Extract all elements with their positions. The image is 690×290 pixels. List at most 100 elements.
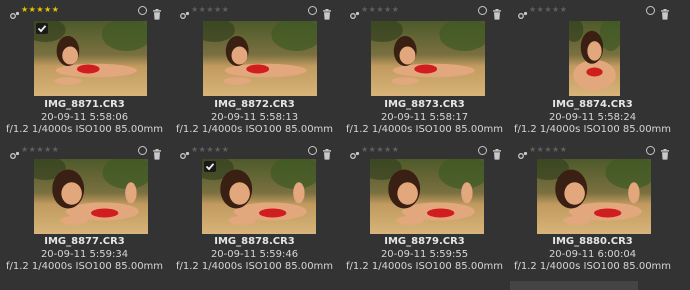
star-rating[interactable]: ★★★★★ bbox=[361, 144, 399, 156]
datetime: 20-09-11 5:58:24 bbox=[548, 111, 637, 123]
lighttable-grid: ★★★★★ IMG_8871.CR3 20-09-11 5:58:06 f/1.… bbox=[0, 0, 690, 290]
thumbnail-cell[interactable]: ★★★★★ IMG_8877.CR3 20-09-11 5:59:34 f/1.… bbox=[0, 140, 169, 282]
photo-illustration bbox=[202, 159, 316, 234]
star-rating[interactable]: ★★★★★ bbox=[21, 144, 59, 156]
datetime: 20-09-11 5:58:06 bbox=[40, 111, 129, 123]
exif-info: f/1.2 1/4000s ISO100 85.00mm bbox=[345, 261, 504, 272]
altered-circle-icon[interactable] bbox=[308, 6, 317, 15]
altered-circle-icon[interactable] bbox=[478, 146, 487, 155]
altered-circle-icon[interactable] bbox=[138, 6, 147, 15]
filename: IMG_8871.CR3 bbox=[44, 99, 125, 110]
thumbnail-caption: IMG_8871.CR3 20-09-11 5:58:06 f/1.2 1/40… bbox=[0, 99, 169, 137]
star-rating[interactable]: ★★★★★ bbox=[529, 144, 567, 156]
thumbnail-caption: IMG_8872.CR3 20-09-11 5:58:13 f/1.2 1/40… bbox=[170, 99, 339, 137]
thumbnail-image[interactable] bbox=[203, 21, 317, 96]
thumbnail-caption: IMG_8878.CR3 20-09-11 5:59:46 f/1.2 1/40… bbox=[170, 236, 339, 274]
filename: IMG_8872.CR3 bbox=[214, 99, 295, 110]
next-row-hover-highlight bbox=[510, 281, 638, 290]
thumbnail-toolbar: ★★★★★ bbox=[10, 4, 163, 20]
trash-icon[interactable] bbox=[322, 5, 332, 20]
altered-circle-icon[interactable] bbox=[138, 146, 147, 155]
datetime: 20-09-11 5:58:13 bbox=[210, 111, 299, 123]
filename: IMG_8873.CR3 bbox=[384, 99, 465, 110]
star-rating[interactable]: ★★★★★ bbox=[21, 4, 59, 16]
datetime: 20-09-11 5:59:46 bbox=[210, 248, 299, 260]
filename: IMG_8874.CR3 bbox=[552, 99, 633, 110]
exif-info: f/1.2 1/4000s ISO100 85.00mm bbox=[175, 124, 334, 135]
thumbnail-cell[interactable]: ★★★★★ IMG_8878.CR3 20-09-11 5:59:46 f/1.… bbox=[170, 140, 339, 282]
thumbnail-image[interactable] bbox=[370, 159, 484, 234]
exif-info: f/1.2 1/4000s ISO100 85.00mm bbox=[513, 124, 672, 135]
trash-icon[interactable] bbox=[322, 145, 332, 160]
thumbnail-caption: IMG_8877.CR3 20-09-11 5:59:34 f/1.2 1/40… bbox=[0, 236, 169, 274]
thumbnail-toolbar: ★★★★★ bbox=[10, 144, 163, 160]
thumbnail-toolbar: ★★★★★ bbox=[518, 144, 671, 160]
checkmark-icon bbox=[36, 23, 48, 34]
exif-info: f/1.2 1/4000s ISO100 85.00mm bbox=[345, 124, 504, 135]
altered-circle-icon[interactable] bbox=[646, 6, 655, 15]
grouping-icon[interactable] bbox=[10, 146, 20, 159]
thumbnail-image[interactable] bbox=[569, 21, 620, 96]
thumbnail-cell[interactable]: ★★★★★ IMG_8873.CR3 20-09-11 5:58:17 f/1.… bbox=[340, 0, 509, 142]
star-rating[interactable]: ★★★★★ bbox=[529, 4, 567, 16]
thumbnail-toolbar: ★★★★★ bbox=[350, 144, 503, 160]
filename: IMG_8877.CR3 bbox=[44, 236, 125, 247]
star-rating[interactable]: ★★★★★ bbox=[191, 4, 229, 16]
thumbnail-toolbar: ★★★★★ bbox=[518, 4, 671, 20]
thumbnail-cell[interactable]: ★★★★★ IMG_8872.CR3 20-09-11 5:58:13 f/1.… bbox=[170, 0, 339, 142]
grouping-icon[interactable] bbox=[180, 6, 190, 19]
grouping-icon[interactable] bbox=[518, 146, 528, 159]
thumbnail-cell[interactable]: ★★★★★ IMG_8871.CR3 20-09-11 5:58:06 f/1.… bbox=[0, 0, 169, 142]
star-rating[interactable]: ★★★★★ bbox=[191, 144, 229, 156]
photo-illustration bbox=[537, 159, 651, 234]
thumbnail-image[interactable] bbox=[34, 21, 147, 96]
thumbnail-cell[interactable]: ★★★★★ IMG_8874.CR3 20-09-11 5:58:24 f/1.… bbox=[508, 0, 677, 142]
filename: IMG_8878.CR3 bbox=[214, 236, 295, 247]
photo-illustration bbox=[34, 159, 148, 234]
photo-illustration bbox=[203, 21, 317, 96]
exif-info: f/1.2 1/4000s ISO100 85.00mm bbox=[5, 124, 164, 135]
thumbnail-image[interactable] bbox=[537, 159, 651, 234]
exif-info: f/1.2 1/4000s ISO100 85.00mm bbox=[5, 261, 164, 272]
grouping-icon[interactable] bbox=[180, 146, 190, 159]
filename: IMG_8879.CR3 bbox=[384, 236, 465, 247]
photo-illustration bbox=[370, 159, 484, 234]
thumbnail-cell[interactable]: ★★★★★ IMG_8879.CR3 20-09-11 5:59:55 f/1.… bbox=[340, 140, 509, 282]
altered-circle-icon[interactable] bbox=[478, 6, 487, 15]
grouping-icon[interactable] bbox=[350, 6, 360, 19]
trash-icon[interactable] bbox=[660, 145, 670, 160]
photo-illustration bbox=[371, 21, 485, 96]
photo-illustration bbox=[34, 21, 147, 96]
grouping-icon[interactable] bbox=[350, 146, 360, 159]
thumbnail-caption: IMG_8873.CR3 20-09-11 5:58:17 f/1.2 1/40… bbox=[340, 99, 509, 137]
thumbnail-toolbar: ★★★★★ bbox=[350, 4, 503, 20]
datetime: 20-09-11 6:00:04 bbox=[548, 248, 637, 260]
thumbnail-image[interactable] bbox=[371, 21, 485, 96]
datetime: 20-09-11 5:58:17 bbox=[380, 111, 469, 123]
grouping-icon[interactable] bbox=[10, 6, 20, 19]
thumbnail-cell[interactable]: ★★★★★ IMG_8880.CR3 20-09-11 6:00:04 f/1.… bbox=[508, 140, 677, 282]
trash-icon[interactable] bbox=[492, 5, 502, 20]
thumbnail-image[interactable] bbox=[34, 159, 148, 234]
trash-icon[interactable] bbox=[492, 145, 502, 160]
altered-circle-icon[interactable] bbox=[308, 146, 317, 155]
thumbnail-caption: IMG_8879.CR3 20-09-11 5:59:55 f/1.2 1/40… bbox=[340, 236, 509, 274]
trash-icon[interactable] bbox=[152, 5, 162, 20]
datetime: 20-09-11 5:59:34 bbox=[40, 248, 129, 260]
trash-icon[interactable] bbox=[152, 145, 162, 160]
thumbnail-toolbar: ★★★★★ bbox=[180, 4, 333, 20]
photo-illustration bbox=[569, 21, 620, 96]
trash-icon[interactable] bbox=[660, 5, 670, 20]
thumbnail-image[interactable] bbox=[202, 159, 316, 234]
thumbnail-caption: IMG_8880.CR3 20-09-11 6:00:04 f/1.2 1/40… bbox=[508, 236, 677, 274]
star-rating[interactable]: ★★★★★ bbox=[361, 4, 399, 16]
checkmark-icon bbox=[204, 161, 216, 172]
altered-circle-icon[interactable] bbox=[646, 146, 655, 155]
grouping-icon[interactable] bbox=[518, 6, 528, 19]
exif-info: f/1.2 1/4000s ISO100 85.00mm bbox=[513, 261, 672, 272]
datetime: 20-09-11 5:59:55 bbox=[380, 248, 469, 260]
thumbnail-toolbar: ★★★★★ bbox=[180, 144, 333, 160]
filename: IMG_8880.CR3 bbox=[552, 236, 633, 247]
thumbnail-caption: IMG_8874.CR3 20-09-11 5:58:24 f/1.2 1/40… bbox=[508, 99, 677, 137]
exif-info: f/1.2 1/4000s ISO100 85.00mm bbox=[175, 261, 334, 272]
